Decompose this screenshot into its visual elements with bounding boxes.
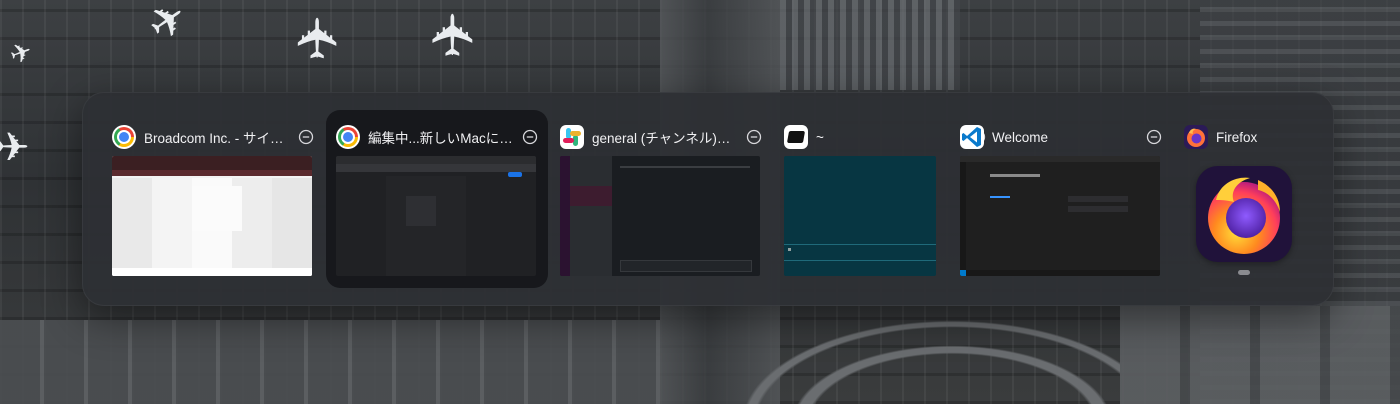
wallpaper-terminal-building [0, 320, 660, 404]
firefox-icon [1184, 125, 1208, 149]
window-thumbnail[interactable] [112, 156, 312, 276]
airplane-icon: ✈ [0, 126, 30, 170]
tile-header: Welcome [960, 124, 1162, 150]
window-tile-chrome-broadcom[interactable]: Broadcom Inc. - サイ… [102, 110, 324, 288]
window-thumbnail[interactable] [960, 156, 1160, 276]
terminal-icon [784, 125, 808, 149]
vscode-icon [960, 125, 984, 149]
chrome-icon [336, 125, 360, 149]
window-tile-chrome-editing[interactable]: 編集中...新しいMacに… [326, 110, 548, 288]
window-title: Broadcom Inc. - サイ… [144, 131, 284, 146]
airplane-icon: ✈ [138, 0, 198, 53]
slack-icon [560, 125, 584, 149]
minimize-icon[interactable] [746, 129, 762, 145]
window-title: general (チャンネル)… [592, 131, 731, 146]
window-thumbnail[interactable] [784, 156, 936, 276]
airplane-icon: ✈ [286, 14, 350, 62]
tile-header: Broadcom Inc. - サイ… [112, 124, 314, 150]
window-title: Welcome [992, 129, 1049, 145]
tile-header: general (チャンネル)… [560, 124, 762, 150]
window-tile-firefox[interactable]: Firefox [1174, 110, 1324, 288]
firefox-app-icon[interactable] [1196, 166, 1292, 262]
window-title: ~ [816, 129, 824, 145]
window-thumbnail[interactable] [560, 156, 760, 276]
app-switcher: Broadcom Inc. - サイ… 編集中...新しいMacに… gener… [82, 92, 1334, 306]
airplane-icon: ✈ [5, 35, 37, 71]
airplane-icon: ✈ [421, 10, 487, 60]
window-tile-vscode-welcome[interactable]: Welcome [950, 110, 1172, 288]
wallpaper-highway [700, 300, 1120, 404]
app-indicator [1238, 270, 1250, 275]
window-title: 編集中...新しいMacに… [368, 131, 513, 146]
window-tile-slack-general[interactable]: general (チャンネル)… [550, 110, 772, 288]
tile-header: Firefox [1184, 124, 1314, 150]
wallpaper-parking [780, 0, 960, 90]
minimize-icon[interactable] [1146, 129, 1162, 145]
window-title: Firefox [1216, 129, 1258, 145]
wallpaper-buildings [1120, 306, 1400, 404]
minimize-icon[interactable] [298, 129, 314, 145]
chrome-icon [112, 125, 136, 149]
window-thumbnail[interactable] [336, 156, 536, 276]
tile-header: 編集中...新しいMacに… [336, 124, 538, 150]
minimize-icon[interactable] [522, 129, 538, 145]
